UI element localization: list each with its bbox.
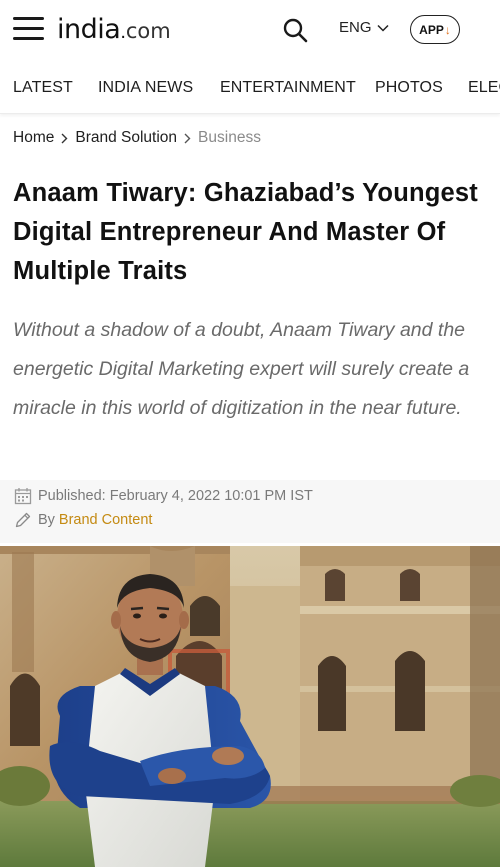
search-icon[interactable] — [282, 17, 308, 43]
hero-photo — [0, 546, 500, 867]
hamburger-menu-icon[interactable] — [13, 17, 45, 41]
language-label: ENG — [339, 19, 372, 36]
chevron-down-icon — [376, 24, 389, 32]
breadcrumb: Home Brand Solution Business — [13, 129, 261, 147]
calendar-icon — [14, 488, 32, 505]
published-date: Published: February 4, 2022 10:01 PM IST — [38, 488, 313, 504]
site-header: india. com ENG APP ↓ — [0, 0, 500, 62]
article-hero-image — [0, 546, 500, 867]
nav-item-latest[interactable]: LATEST — [13, 79, 73, 97]
nav-item-india-news[interactable]: INDIA NEWS — [98, 79, 193, 97]
article-title: Anaam Tiwary: Ghaziabad’s Youngest Digit… — [13, 179, 478, 285]
download-arrow-icon: ↓ — [444, 22, 451, 37]
logo-text: india — [57, 14, 121, 45]
article-summary: Without a shadow of a doubt, Anaam Tiwar… — [13, 319, 470, 419]
site-logo[interactable]: india. com — [57, 14, 171, 46]
logo-suffix: com — [125, 19, 171, 43]
article-meta: Published: February 4, 2022 10:01 PM IST… — [0, 480, 500, 543]
nav-item-photos[interactable]: PHOTOS — [375, 79, 443, 97]
author-link[interactable]: Brand Content — [59, 512, 153, 528]
chevron-right-icon — [184, 133, 191, 143]
category-nav: LATEST INDIA NEWS ENTERTAINMENT PHOTOS E… — [0, 62, 500, 114]
breadcrumb-current[interactable]: Business — [198, 129, 261, 147]
pencil-icon — [15, 512, 31, 528]
nav-item-entertainment[interactable]: ENTERTAINMENT — [220, 79, 356, 97]
author-info: By Brand Content — [14, 511, 152, 529]
by-label: By — [38, 512, 55, 528]
language-selector[interactable]: ENG — [339, 19, 389, 36]
breadcrumb-home[interactable]: Home — [13, 129, 54, 147]
nav-item-elections[interactable]: ELEC — [468, 79, 500, 97]
breadcrumb-brand-solution[interactable]: Brand Solution — [75, 129, 177, 147]
chevron-right-icon — [61, 133, 68, 143]
publish-info: Published: February 4, 2022 10:01 PM IST — [14, 487, 313, 505]
app-download-button[interactable]: APP ↓ — [410, 15, 460, 44]
app-label: APP — [419, 22, 444, 37]
